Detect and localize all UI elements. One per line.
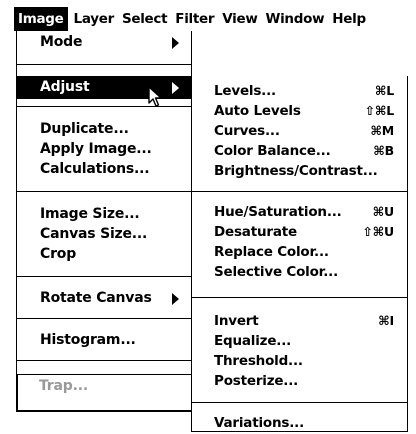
menu-item-auto-levels[interactable]: Auto Levels ⇧⌘L bbox=[192, 101, 407, 121]
menu-window[interactable]: Window bbox=[262, 7, 329, 31]
separator bbox=[192, 191, 407, 192]
menu-item-equalize[interactable]: Equalize... bbox=[192, 331, 407, 351]
menu-item-label: Mode bbox=[40, 34, 83, 50]
menu-item-label: Trap... bbox=[39, 378, 88, 394]
menu-item-label: Variations... bbox=[214, 415, 305, 431]
submenu-arrow-icon bbox=[172, 293, 179, 305]
menu-item-color-balance[interactable]: Color Balance... ⌘B bbox=[192, 141, 407, 161]
menu-item-invert[interactable]: Invert ⌘I bbox=[192, 311, 407, 331]
separator bbox=[17, 276, 191, 277]
menu-item-rotate-canvas[interactable]: Rotate Canvas bbox=[17, 287, 191, 310]
menu-item-brightness-contrast[interactable]: Brightness/Contrast... bbox=[192, 161, 407, 181]
menu-item-label: Histogram... bbox=[40, 332, 136, 348]
shortcut-label: ⌘U bbox=[372, 204, 395, 219]
menu-item-label: Curves... bbox=[214, 123, 280, 139]
menu-item-label: Adjust bbox=[40, 79, 90, 95]
menu-item-hue-saturation[interactable]: Hue/Saturation... ⌘U bbox=[192, 202, 407, 222]
menu-item-desaturate[interactable]: Desaturate ⇧⌘U bbox=[192, 222, 407, 242]
menu-filter[interactable]: Filter bbox=[171, 7, 218, 31]
menu-help[interactable]: Help bbox=[328, 7, 370, 31]
shortcut-label: ⇧⌘L bbox=[364, 103, 395, 118]
menu-item-variations[interactable]: Variations... bbox=[192, 413, 407, 433]
menu-item-threshold[interactable]: Threshold... bbox=[192, 351, 407, 371]
menu-item-label: Brightness/Contrast... bbox=[214, 163, 378, 179]
menu-item-selective-color[interactable]: Selective Color... bbox=[192, 262, 407, 282]
separator bbox=[17, 64, 191, 65]
menu-item-label: Equalize... bbox=[214, 333, 292, 349]
menu-item-histogram[interactable]: Histogram... bbox=[17, 329, 191, 352]
menu-item-posterize[interactable]: Posterize... bbox=[192, 371, 407, 391]
separator bbox=[17, 106, 191, 107]
menu-item-label: Hue/Saturation... bbox=[214, 204, 342, 220]
shortcut-label: ⌘L bbox=[374, 83, 394, 98]
menu-item-label: Posterize... bbox=[214, 373, 299, 389]
menu-item-label: Calculations... bbox=[40, 161, 150, 177]
menu-item-label: Rotate Canvas bbox=[40, 290, 152, 306]
menu-item-label: Replace Color... bbox=[214, 244, 329, 260]
shortcut-label: ⌘M bbox=[370, 123, 394, 138]
shortcut-label: ⌘B bbox=[373, 143, 394, 158]
menu-item-label: Invert bbox=[214, 313, 259, 329]
submenu-arrow-icon bbox=[172, 37, 179, 49]
menu-bar: Image Layer Select Filter View Window He… bbox=[14, 7, 370, 31]
menu-layer[interactable]: Layer bbox=[70, 7, 118, 31]
menu-item-levels[interactable]: Levels... ⌘L bbox=[192, 81, 407, 101]
adjust-submenu: Levels... ⌘L Auto Levels ⇧⌘L Curves... ⌘… bbox=[191, 76, 408, 432]
menu-item-trap: Trap... bbox=[16, 375, 192, 398]
menu-image[interactable]: Image bbox=[14, 7, 68, 31]
menu-item-label: Desaturate bbox=[214, 224, 297, 240]
menu-border bbox=[16, 410, 192, 412]
separator bbox=[192, 297, 407, 298]
menu-item-curves[interactable]: Curves... ⌘M bbox=[192, 121, 407, 141]
menu-item-calculations[interactable]: Calculations... bbox=[17, 158, 191, 181]
menu-item-adjust[interactable]: Adjust bbox=[17, 76, 191, 99]
separator bbox=[192, 402, 407, 403]
menu-item-label: Color Balance... bbox=[214, 143, 331, 159]
shortcut-label: ⇧⌘U bbox=[362, 224, 394, 239]
menu-item-replace-color[interactable]: Replace Color... bbox=[192, 242, 407, 262]
menu-select[interactable]: Select bbox=[118, 7, 171, 31]
menu-item-label: Auto Levels bbox=[214, 103, 301, 119]
separator bbox=[17, 318, 191, 319]
menu-item-label: Levels... bbox=[214, 83, 276, 99]
menu-border bbox=[16, 375, 18, 411]
menu-item-crop[interactable]: Crop bbox=[17, 243, 191, 266]
menu-item-label: Threshold... bbox=[214, 353, 303, 369]
image-menu: Mode Adjust Duplicate... Apply Image... … bbox=[16, 31, 192, 375]
menu-view[interactable]: View bbox=[218, 7, 261, 31]
menu-item-label: Selective Color... bbox=[214, 264, 339, 280]
menu-item-mode[interactable]: Mode bbox=[17, 31, 191, 54]
separator bbox=[17, 191, 191, 192]
separator bbox=[17, 360, 191, 361]
shortcut-label: ⌘I bbox=[378, 313, 394, 328]
submenu-arrow-icon bbox=[172, 82, 179, 94]
mouse-cursor-icon bbox=[148, 86, 162, 107]
menu-item-label: Crop bbox=[40, 246, 77, 262]
